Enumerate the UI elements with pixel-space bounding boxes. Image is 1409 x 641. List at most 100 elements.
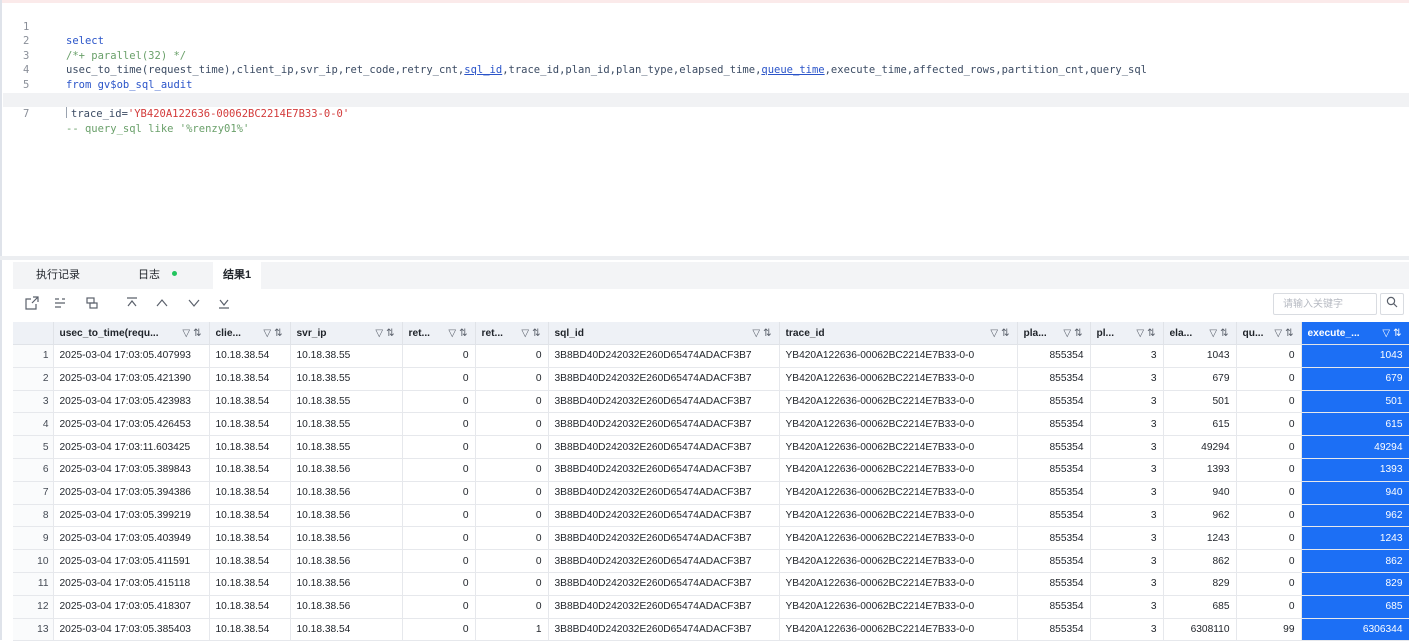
table-cell[interactable]: 855354 (1017, 526, 1091, 551)
table-cell[interactable]: 99 (1236, 618, 1302, 641)
code-line-1[interactable]: 1 select (3, 5, 1409, 48)
table-cell[interactable]: 0 (402, 549, 476, 573)
row-number[interactable]: 4 (13, 412, 54, 437)
table-cell[interactable]: 0 (1236, 412, 1302, 437)
table-row[interactable]: 3 2025-03-04 17:03:05.423983 10.18.38.54 10… (13, 390, 1409, 414)
table-cell[interactable]: 1 (475, 618, 549, 641)
table-cell[interactable]: 0 (402, 618, 476, 641)
table-cell-selected[interactable]: 1243 (1301, 526, 1409, 551)
table-cell[interactable]: 3B8BD40D242032E260D65474ADACF3B7 (548, 618, 780, 641)
table-cell[interactable]: 0 (1236, 481, 1302, 505)
table-cell[interactable]: YB420A122636-00062BC2214E7B33-0-0 (779, 435, 1018, 459)
table-cell[interactable]: 0 (475, 344, 549, 368)
table-cell[interactable]: 6308110 (1163, 618, 1237, 641)
table-cell[interactable]: 0 (402, 412, 476, 437)
table-cell-selected[interactable]: 940 (1301, 481, 1409, 505)
table-cell[interactable]: 0 (475, 390, 549, 414)
scroll-top-icon[interactable] (123, 296, 141, 314)
table-cell[interactable]: 685 (1163, 595, 1237, 619)
column-header[interactable]: usec_to_time(requ... ▽⇅ (53, 322, 210, 345)
row-number[interactable]: 12 (13, 595, 54, 619)
table-cell[interactable]: YB420A122636-00062BC2214E7B33-0-0 (779, 481, 1018, 505)
scroll-up-icon[interactable] (153, 296, 171, 314)
table-cell-selected[interactable]: 615 (1301, 412, 1409, 437)
table-row[interactable]: 13 2025-03-04 17:03:05.385403 10.18.38.54 1… (13, 618, 1409, 641)
table-cell[interactable]: 3 (1090, 435, 1164, 459)
table-cell[interactable]: YB420A122636-00062BC2214E7B33-0-0 (779, 595, 1018, 619)
table-cell-selected[interactable]: 49294 (1301, 435, 1409, 459)
table-cell[interactable]: 2025-03-04 17:03:05.426453 (53, 412, 210, 437)
table-cell[interactable]: 0 (402, 458, 476, 482)
table-cell-selected[interactable]: 685 (1301, 595, 1409, 619)
table-cell[interactable]: 10.18.38.55 (290, 435, 403, 459)
table-row[interactable]: 6 2025-03-04 17:03:05.389843 10.18.38.54 10… (13, 458, 1409, 482)
table-cell[interactable]: 10.18.38.54 (209, 412, 291, 437)
column-header[interactable]: clie... ▽⇅ (209, 322, 291, 345)
table-cell[interactable]: 0 (1236, 572, 1302, 596)
table-cell[interactable]: 0 (1236, 549, 1302, 573)
code-line-7[interactable]: 7 -- query_sql like '%renzy01%' (3, 92, 1409, 135)
tab-log[interactable]: 日志 (128, 262, 187, 289)
table-cell[interactable]: 3B8BD40D242032E260D65474ADACF3B7 (548, 504, 780, 528)
table-cell[interactable]: 10.18.38.54 (209, 367, 291, 391)
row-number[interactable]: 1 (13, 344, 54, 368)
table-cell[interactable]: 3 (1090, 549, 1164, 573)
table-cell[interactable]: 2025-03-04 17:03:05.415118 (53, 572, 210, 596)
table-cell-selected[interactable]: 962 (1301, 504, 1409, 528)
table-cell[interactable]: 855354 (1017, 412, 1091, 437)
table-cell[interactable]: 10.18.38.54 (209, 458, 291, 482)
filter-icon[interactable]: ▽ (990, 328, 1001, 339)
table-cell[interactable]: 0 (475, 504, 549, 528)
table-cell[interactable]: 10.18.38.54 (209, 572, 291, 596)
table-cell[interactable]: 0 (1236, 458, 1302, 482)
table-cell[interactable]: 0 (1236, 595, 1302, 619)
table-cell-selected[interactable]: 1043 (1301, 344, 1409, 368)
table-cell[interactable]: 10.18.38.54 (290, 618, 403, 641)
table-cell[interactable]: 829 (1163, 572, 1237, 596)
table-cell[interactable]: 0 (402, 390, 476, 414)
table-cell[interactable]: 2025-03-04 17:03:05.394386 (53, 481, 210, 505)
table-cell-selected[interactable]: 1393 (1301, 458, 1409, 482)
table-cell[interactable]: 2025-03-04 17:03:05.423983 (53, 390, 210, 414)
search-input[interactable]: 请输入关键字 (1273, 293, 1377, 315)
table-cell[interactable]: 10.18.38.55 (290, 344, 403, 368)
row-number[interactable]: 2 (13, 367, 54, 391)
table-cell[interactable]: 0 (475, 412, 549, 437)
row-number[interactable]: 13 (13, 618, 54, 641)
table-cell[interactable]: 855354 (1017, 367, 1091, 391)
table-cell[interactable]: 0 (475, 481, 549, 505)
table-row[interactable]: 2 2025-03-04 17:03:05.421390 10.18.38.54 10… (13, 367, 1409, 391)
sort-icon[interactable]: ⇅ (1285, 328, 1296, 339)
search-icon[interactable] (1380, 293, 1404, 315)
table-row[interactable]: 7 2025-03-04 17:03:05.394386 10.18.38.54 10… (13, 481, 1409, 505)
table-cell[interactable]: 10.18.38.56 (290, 504, 403, 528)
sort-icon[interactable]: ⇅ (193, 328, 204, 339)
table-cell[interactable]: 2025-03-04 17:03:05.385403 (53, 618, 210, 641)
table-cell[interactable]: 0 (402, 526, 476, 551)
table-cell[interactable]: 10.18.38.55 (290, 390, 403, 414)
copy-icon[interactable] (83, 296, 101, 314)
table-cell[interactable]: 1393 (1163, 458, 1237, 482)
table-cell-selected[interactable]: 679 (1301, 367, 1409, 391)
table-cell-selected[interactable]: 6306344 (1301, 618, 1409, 641)
table-cell[interactable]: 855354 (1017, 595, 1091, 619)
table-cell[interactable]: 0 (475, 435, 549, 459)
sort-icon[interactable]: ⇅ (532, 328, 543, 339)
row-number[interactable]: 6 (13, 458, 54, 482)
table-cell[interactable]: 855354 (1017, 549, 1091, 573)
filter-icon[interactable]: ▽ (1063, 328, 1074, 339)
table-cell[interactable]: 1243 (1163, 526, 1237, 551)
table-cell[interactable]: 3B8BD40D242032E260D65474ADACF3B7 (548, 458, 780, 482)
table-cell[interactable]: 0 (475, 367, 549, 391)
table-cell[interactable]: YB420A122636-00062BC2214E7B33-0-0 (779, 526, 1018, 551)
table-cell[interactable]: 3B8BD40D242032E260D65474ADACF3B7 (548, 344, 780, 368)
sql-editor[interactable]: 1 select 2 /*+ parallel(32) */ 3 usec_to… (3, 3, 1409, 259)
table-cell[interactable]: 2025-03-04 17:03:05.418307 (53, 595, 210, 619)
table-row[interactable]: 9 2025-03-04 17:03:05.403949 10.18.38.54 10… (13, 526, 1409, 551)
row-number[interactable]: 7 (13, 481, 54, 505)
table-cell[interactable]: 0 (1236, 504, 1302, 528)
column-header[interactable]: pla... ▽⇅ (1017, 322, 1091, 345)
table-cell-selected[interactable]: 501 (1301, 390, 1409, 414)
table-cell[interactable]: 10.18.38.55 (290, 412, 403, 437)
table-cell[interactable]: 855354 (1017, 618, 1091, 641)
